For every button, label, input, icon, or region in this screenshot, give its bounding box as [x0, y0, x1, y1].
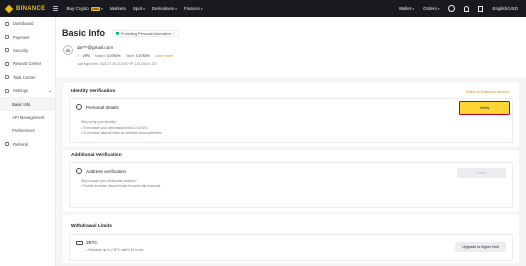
- nav-orders[interactable]: Orders ▾: [423, 6, 440, 11]
- nav-spot[interactable]: Spot ▾: [133, 6, 145, 11]
- sidebar-item-api-management[interactable]: API Management: [0, 111, 55, 124]
- notification-bell-icon[interactable]: [464, 5, 470, 12]
- binance-logo[interactable]: BINANCE: [4, 4, 46, 13]
- binance-logo-icon: [4, 4, 14, 13]
- reward-icon: [5, 61, 9, 66]
- additional-verification-card: Additional Verification Address verifica…: [63, 150, 519, 212]
- main-content: Basic Info Protecting Personal Informati…: [56, 17, 526, 266]
- verify-button[interactable]: Verify: [459, 101, 510, 115]
- app-grid-icon[interactable]: [53, 6, 59, 11]
- currency-badge: USD: [90, 6, 101, 11]
- protect-info-link[interactable]: Protecting Personal Information ›: [112, 30, 179, 37]
- profile-header: Basic Info Protecting Personal Informati…: [56, 17, 526, 77]
- user-email: da***@gmail.com: [77, 45, 114, 50]
- address-verify-button[interactable]: Verify: [457, 168, 506, 178]
- chevron-down-icon: ▾: [175, 6, 177, 11]
- address-verification-panel: Address verification Why include your re…: [69, 162, 513, 208]
- benefit-item: • To increase deposit limits for selecte…: [81, 131, 162, 135]
- nav-markets[interactable]: Markets: [110, 6, 126, 11]
- location-pin-icon: [76, 168, 82, 174]
- referral-icon: [5, 142, 9, 147]
- chevron-right-icon: ›: [509, 90, 511, 94]
- chevron-up-icon: ▴: [49, 88, 51, 93]
- sidebar-item-reward-center[interactable]: Reward Center: [0, 57, 55, 70]
- withdrawal-limits-title: Withdrawal Limits: [71, 224, 113, 229]
- withdrawal-limits-card: Withdrawal Limits 2BTC • Withdraw up to …: [63, 215, 519, 263]
- chevron-down-icon: ▾: [437, 6, 440, 11]
- top-nav: BINANCE Buy Crypto USD ▾ Markets Spot ▾ …: [0, 0, 526, 17]
- personal-details-panel: Personal details Why verify your identit…: [69, 98, 513, 143]
- benefit-item: • To increase your withdrawal limit to 1…: [81, 126, 149, 130]
- maker-fee: 0.0750%: [106, 54, 121, 58]
- additional-verification-title: Additional Verification: [71, 153, 122, 158]
- security-icon: [5, 48, 9, 53]
- withdrawal-limit-amount: 2BTC: [86, 240, 98, 245]
- sidebar: Dashboard Payment Security Reward Center…: [0, 17, 56, 266]
- user-profile-icon[interactable]: [448, 5, 456, 12]
- settings-icon: [5, 88, 9, 93]
- limit-icon: [76, 241, 83, 245]
- chevron-down-icon: ▾: [101, 6, 103, 11]
- upgrade-limit-button[interactable]: Upgrade to higher limit: [455, 242, 506, 252]
- nav-derivatives[interactable]: Derivatives ▾: [152, 6, 177, 11]
- sidebar-item-security[interactable]: Security: [0, 44, 55, 57]
- download-icon[interactable]: [478, 5, 484, 12]
- sidebar-item-settings[interactable]: Settings ▴: [0, 84, 55, 97]
- sidebar-item-task-center[interactable]: Task Center: [0, 71, 55, 84]
- taker-fee: 0.0750%: [136, 54, 150, 58]
- chevron-right-icon: ›: [173, 31, 175, 36]
- personal-details-title: Personal details: [86, 105, 119, 110]
- identity-verification-title: Identity Verification: [71, 89, 116, 94]
- avatar[interactable]: da: [63, 45, 73, 55]
- identity-verification-card: Identity Verification Switch to Enterpri…: [63, 83, 519, 147]
- nav-buy-crypto[interactable]: Buy Crypto USD ▾: [66, 6, 102, 11]
- switch-enterprise-link[interactable]: Switch to Enterprise account ›: [466, 90, 511, 94]
- withdrawal-limit-panel: 2BTC • Withdraw up to 2 BTC within 24 ho…: [69, 234, 513, 261]
- sidebar-item-preferences[interactable]: Preferences: [0, 124, 55, 137]
- chevron-down-icon: ▾: [200, 6, 203, 11]
- chevron-down-icon: ▾: [412, 6, 414, 11]
- withdrawal-limit-note: • Withdraw up to 2 BTC within 24 hours: [86, 248, 144, 252]
- last-login: Last login time: 2023-07-29 12:34:57 IP:…: [77, 62, 157, 66]
- sidebar-item-payment[interactable]: Payment: [0, 30, 55, 43]
- dashboard-icon: [5, 21, 9, 26]
- why-address-text: Why include your residential address?: [81, 179, 137, 183]
- language-selector[interactable]: English/USD: [492, 6, 518, 11]
- chevron-down-icon: ▾: [143, 6, 145, 11]
- vip-level: VIP0: [82, 54, 91, 58]
- page-title: Basic Info: [62, 28, 106, 38]
- sidebar-item-dashboard[interactable]: Dashboard: [0, 17, 55, 30]
- nav-wallet[interactable]: Wallet ▾: [399, 6, 414, 11]
- shield-icon: [116, 31, 119, 36]
- why-verify-text: Why verify your identity?: [81, 120, 117, 124]
- learn-more-link[interactable]: Learn more: [155, 54, 173, 58]
- vip-check-icon: ✔: [77, 54, 80, 58]
- nav-finance[interactable]: Finance ▾: [184, 6, 203, 11]
- person-icon: [76, 104, 82, 110]
- logo-text: BINANCE: [16, 5, 46, 12]
- payment-icon: [5, 35, 9, 40]
- sidebar-item-basic-info[interactable]: Basic Info: [0, 97, 55, 111]
- address-verification-title: Address verification: [86, 169, 127, 174]
- task-icon: [5, 75, 9, 80]
- user-fee-info: ✔ VIP0 Maker: 0.0750% Taker: 0.0750% Lea…: [77, 54, 173, 58]
- benefit-item: • Further increase deposit limits for so…: [81, 184, 161, 188]
- sidebar-item-referral[interactable]: Referral: [0, 138, 55, 151]
